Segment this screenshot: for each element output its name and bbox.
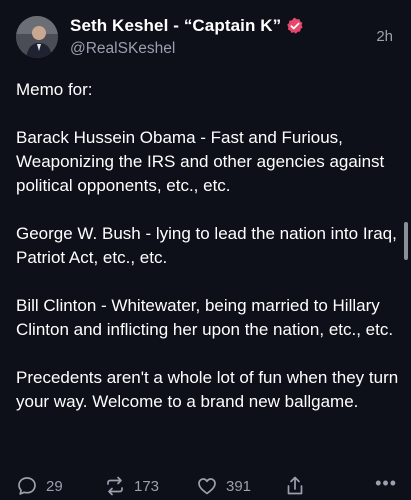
more-options-button[interactable]: ••• (375, 471, 397, 495)
like-count: 391 (226, 477, 252, 495)
reply-button[interactable]: 29 (16, 474, 63, 498)
post-paragraph: Memo for: (16, 80, 93, 99)
post-paragraph: Bill Clinton - Whitewater, being married… (16, 296, 394, 339)
repost-button[interactable]: 173 (104, 474, 159, 498)
repost-icon (107, 476, 123, 496)
action-bar: 29 173 391 ••• (0, 471, 411, 500)
share-icon (287, 476, 303, 495)
share-button[interactable] (284, 474, 314, 498)
post-paragraph: Barack Hussein Obama - Fast and Furious,… (16, 128, 385, 195)
verified-badge-icon (286, 17, 304, 35)
post: Seth Keshel - “Captain K” @RealSKeshel 2… (0, 0, 411, 500)
post-paragraph: George W. Bush - lying to lead the natio… (16, 224, 397, 267)
reply-count: 29 (46, 477, 63, 495)
timestamp: 2h (376, 28, 393, 45)
display-name[interactable]: Seth Keshel - “Captain K” (70, 16, 281, 36)
avatar[interactable] (16, 16, 58, 58)
post-paragraph: Precedents aren't a whole lot of fun whe… (16, 368, 399, 411)
reply-icon (18, 477, 36, 495)
heart-icon (198, 478, 216, 495)
author-block: Seth Keshel - “Captain K” @RealSKeshel (70, 14, 304, 58)
repost-count: 173 (134, 477, 160, 495)
handle[interactable]: @RealSKeshel (70, 40, 304, 58)
more-icon: ••• (375, 472, 397, 493)
post-body: Memo for: Barack Hussein Obama - Fast an… (16, 78, 402, 438)
scrollbar-thumb[interactable] (404, 222, 408, 260)
like-button[interactable]: 391 (196, 474, 251, 498)
